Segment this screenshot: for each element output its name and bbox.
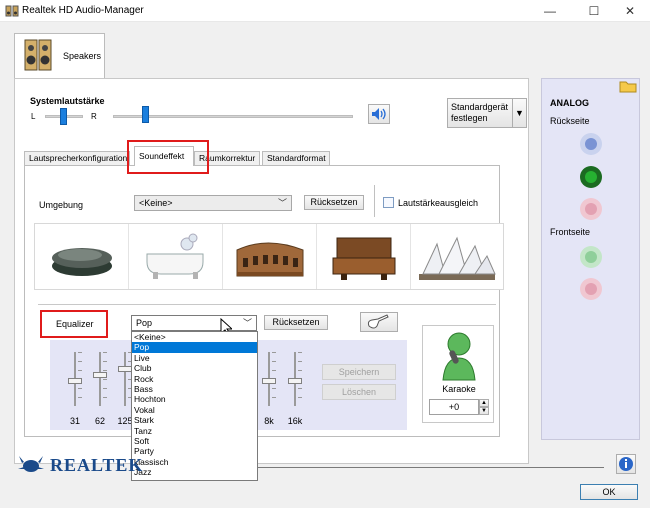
karaoke-panel: Karaoke +0 ▲ ▼	[422, 325, 494, 423]
loudness-checkbox[interactable]	[383, 197, 394, 208]
freq-label-62: 62	[94, 416, 105, 426]
equalizer-option[interactable]: Pop	[132, 342, 257, 353]
freq-label-31: 31	[69, 416, 80, 426]
guitar-icon	[367, 314, 389, 329]
chevron-down-icon: ﹀	[277, 198, 287, 208]
chevron-down-icon: ﹀	[242, 318, 252, 328]
rear-jack-green[interactable]	[580, 166, 602, 188]
rear-label: Rückseite	[550, 116, 590, 126]
speakers-icon	[24, 38, 52, 72]
eq-slider-31[interactable]	[68, 352, 82, 406]
colosseum-icon	[236, 242, 304, 277]
minimize-button[interactable]: —	[532, 0, 568, 22]
device-tab-speakers[interactable]: Speakers	[14, 33, 105, 79]
preset-bathroom[interactable]	[129, 224, 223, 289]
save-preset-button[interactable]: Speichern	[322, 364, 396, 380]
volume-track	[113, 115, 353, 118]
realtek-logo-text: REALTEK	[50, 455, 144, 475]
info-icon	[619, 457, 633, 471]
karaoke-value-input[interactable]: +0	[429, 399, 479, 415]
default-device-line1: Standardgerät	[451, 102, 509, 112]
balance-slider-thumb[interactable]	[60, 108, 67, 125]
delete-preset-button[interactable]: Löschen	[322, 384, 396, 400]
tab-speaker-config[interactable]: Lautsprecherkonfiguration	[24, 151, 130, 165]
equalizer-select[interactable]: Pop ﹀	[131, 315, 257, 331]
equalizer-option[interactable]: Party	[132, 446, 257, 456]
highlight-soundeffect-tab	[127, 140, 209, 174]
equalizer-option[interactable]: Rock	[132, 374, 257, 384]
front-label: Frontseite	[550, 227, 591, 237]
equalizer-reset-button[interactable]: Rücksetzen	[264, 315, 328, 330]
equalizer-select-value: Pop	[136, 318, 153, 328]
equalizer-option[interactable]: Vokal	[132, 405, 257, 415]
device-tab-label: Speakers	[63, 51, 102, 61]
equalizer-option[interactable]: Bass	[132, 384, 257, 394]
tab-default-format[interactable]: Standardformat	[262, 151, 330, 165]
guitar-button[interactable]	[360, 312, 398, 332]
default-device-dropdown-arrow[interactable]: ▼	[512, 98, 527, 128]
equalizer-option[interactable]: <Keine>	[132, 332, 257, 342]
preset-stone[interactable]	[35, 224, 129, 289]
speaker-volume-icon	[372, 108, 386, 120]
info-button[interactable]	[616, 454, 636, 474]
preset-colosseum[interactable]	[223, 224, 317, 289]
equalizer-option[interactable]: klassisch	[132, 457, 257, 467]
environment-reset-button[interactable]: Rücksetzen	[304, 195, 364, 210]
window-title: Realtek HD Audio-Manager	[22, 5, 144, 16]
environment-presets	[34, 223, 504, 290]
equalizer-option[interactable]: Tanz	[132, 426, 257, 436]
equalizer-option[interactable]: Stark	[132, 415, 257, 425]
realtek-crab-logo	[16, 453, 46, 477]
karaoke-up-button[interactable]: ▲	[479, 399, 489, 407]
eq-slider-8k[interactable]	[262, 352, 276, 406]
close-button[interactable]: ✕	[612, 0, 648, 22]
preset-opera-house[interactable]	[411, 224, 503, 289]
front-jack-pink[interactable]	[580, 278, 602, 300]
equalizer-option[interactable]: Hochton	[132, 394, 257, 404]
balance-left-label: L	[31, 112, 36, 121]
stone-icon	[52, 248, 112, 276]
equalizer-option[interactable]: Jazz	[132, 467, 257, 477]
default-device-line2: festlegen	[451, 113, 488, 123]
speaker-app-icon	[5, 4, 19, 18]
environment-select-value: <Keine>	[139, 198, 173, 208]
freq-label-8k: 8k	[264, 416, 274, 426]
environment-label: Umgebung	[39, 200, 84, 210]
sofa-icon	[332, 237, 396, 280]
equalizer-option[interactable]: Club	[132, 363, 257, 373]
karaoke-label: Karaoke	[442, 384, 476, 394]
balance-right-label: R	[91, 112, 97, 121]
footer-divider	[258, 467, 604, 468]
eq-slider-125[interactable]	[118, 352, 132, 406]
equalizer-label: Equalizer	[56, 319, 94, 329]
divider	[38, 304, 496, 305]
maximize-button[interactable]: ☐	[576, 0, 612, 22]
rear-jack-pink[interactable]	[580, 198, 602, 220]
equalizer-option[interactable]: Live	[132, 353, 257, 363]
equalizer-option[interactable]: Soft	[132, 436, 257, 446]
karaoke-singer-icon	[437, 330, 481, 382]
opera-house-icon	[419, 236, 496, 280]
karaoke-down-button[interactable]: ▼	[479, 407, 489, 415]
front-jack-green[interactable]	[580, 246, 602, 268]
ok-button[interactable]: OK	[580, 484, 638, 500]
freq-label-16k: 16k	[287, 416, 303, 426]
analog-title: ANALOG	[550, 98, 589, 108]
system-volume-title: Systemlautstärke	[30, 96, 105, 106]
rear-jack-blue[interactable]	[580, 133, 602, 155]
volume-slider-thumb[interactable]	[142, 106, 149, 123]
loudness-label: Lautstärkeausgleich	[398, 198, 479, 208]
folder-icon[interactable]	[619, 79, 637, 95]
preset-room[interactable]	[317, 224, 411, 289]
eq-slider-62[interactable]	[93, 352, 107, 406]
title-bar: Realtek HD Audio-Manager — ☐ ✕	[0, 0, 650, 22]
default-device-button[interactable]: Standardgerät festlegen	[447, 98, 513, 128]
mute-button[interactable]	[368, 104, 390, 124]
equalizer-dropdown-list: <Keine> Pop Live Club Rock Bass Hochton Vokal St…	[131, 331, 258, 481]
divider	[374, 185, 375, 217]
eq-slider-16k[interactable]	[288, 352, 302, 406]
environment-select[interactable]: <Keine> ﹀	[134, 195, 292, 211]
bathtub-icon	[146, 233, 204, 279]
